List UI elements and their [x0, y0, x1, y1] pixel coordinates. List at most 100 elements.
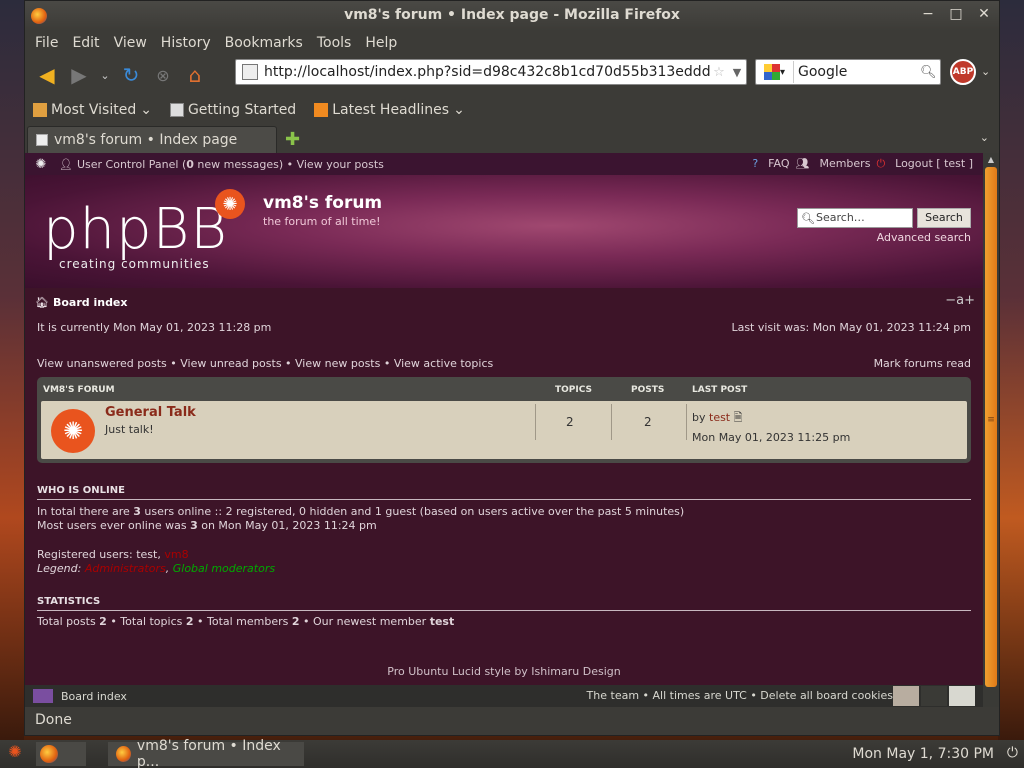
menu-history[interactable]: History — [161, 35, 211, 51]
window-title: vm8's forum • Index page - Mozilla Firef… — [344, 7, 680, 23]
font-size-toggle-icon[interactable]: −a+ — [945, 293, 975, 308]
divider — [611, 404, 612, 440]
adblock-plus-icon[interactable]: ABP — [950, 59, 976, 85]
quick-links[interactable]: View unanswered posts • View unread post… — [37, 357, 493, 370]
mark-forums-read-link[interactable]: Mark forums read — [874, 357, 971, 370]
online-summary: In total there are 3 users online :: 2 r… — [37, 505, 685, 518]
divider — [535, 404, 536, 440]
swatch-light[interactable] — [893, 686, 919, 706]
power-icon[interactable]: ⏻ — [1007, 745, 1018, 761]
bookmark-label: Getting Started — [187, 102, 297, 118]
forum-status-icon: ✺ — [51, 409, 95, 453]
forum-name-link[interactable]: General Talk — [105, 405, 196, 420]
taskbar-item-firefox[interactable]: vm8's forum • Index p... — [108, 738, 304, 768]
forum-row: ✺ General Talk Just talk! 2 2 by test 🗎 … — [41, 401, 967, 459]
stop-icon[interactable]: ⊗ — [149, 61, 177, 89]
title-bar: vm8's forum • Index page - Mozilla Firef… — [25, 1, 999, 31]
ucp-link[interactable]: User Control Panel (0 new messages) • Vi… — [77, 158, 384, 171]
swatch-dark[interactable] — [921, 686, 947, 706]
forum-search-input[interactable]: 🔍︎ Search… — [797, 208, 913, 228]
advanced-search-link[interactable]: Advanced search — [877, 231, 971, 244]
avatar[interactable] — [949, 686, 975, 706]
menu-file[interactable]: File — [35, 35, 58, 51]
site-identity-icon[interactable] — [242, 64, 258, 80]
tab-list-icon[interactable]: ⌄ — [980, 131, 989, 144]
url-text[interactable]: http://localhost/index.php?sid=d98c432c8… — [264, 64, 710, 80]
taskbar-label: vm8's forum • Index p... — [136, 738, 281, 768]
search-go-icon[interactable]: 🔍︎ — [920, 65, 940, 80]
board-index-link[interactable]: Board index — [53, 296, 128, 309]
back-icon[interactable]: ◀ — [33, 61, 61, 89]
style-swatches — [893, 686, 975, 706]
url-bar[interactable]: http://localhost/index.php?sid=d98c432c8… — [235, 59, 747, 85]
firefox-launcher[interactable] — [36, 742, 86, 766]
forum-search-button[interactable]: Search — [917, 208, 971, 228]
search-bar[interactable]: ▾ Google 🔍︎ — [755, 59, 941, 85]
faq-link[interactable]: FAQ — [768, 157, 789, 171]
menu-tools[interactable]: Tools — [317, 35, 352, 51]
gnome-bottom-panel: ✺ vm8's forum • Index p... Mon May 1, 7:… — [0, 738, 1024, 768]
menu-help[interactable]: Help — [365, 35, 397, 51]
scroll-thumb[interactable] — [985, 167, 997, 687]
divider — [37, 610, 971, 611]
board-index-icon — [33, 689, 53, 703]
adblock-dropdown-icon[interactable]: ⌄ — [981, 65, 990, 78]
reload-icon[interactable]: ↻ — [117, 61, 145, 89]
home-icon: 🏠︎ — [35, 295, 49, 309]
legend-admins-link[interactable]: Administrators — [85, 562, 166, 575]
scroll-up-icon[interactable]: ▲ — [983, 153, 999, 167]
divider — [686, 404, 687, 440]
members-icon: 👥︎ — [795, 157, 810, 170]
header-posts: POSTS — [631, 385, 665, 395]
last-post-time: Mon May 01, 2023 11:25 pm — [692, 431, 851, 444]
current-time: It is currently Mon May 01, 2023 11:28 p… — [37, 321, 272, 334]
clock[interactable]: Mon May 1, 7:30 PM — [852, 746, 994, 762]
folder-icon — [33, 103, 47, 117]
members-link[interactable]: Members — [819, 157, 870, 171]
user-icon: 👤︎ — [59, 157, 73, 171]
style-credit[interactable]: Pro Ubuntu Lucid style by Ishimaru Desig… — [25, 665, 983, 678]
url-dropdown-icon[interactable]: ▼ — [728, 66, 746, 79]
menu-view[interactable]: View — [114, 35, 147, 51]
tab-forum-index[interactable]: vm8's forum • Index page — [27, 126, 277, 153]
google-icon — [763, 64, 780, 80]
newest-member-link[interactable]: test — [430, 615, 455, 628]
footer-links[interactable]: The team • All times are UTC • Delete al… — [587, 689, 893, 702]
minimize-button[interactable]: − — [921, 6, 935, 22]
phpbb-logo[interactable]: phpBB — [43, 197, 228, 262]
view-latest-post-icon[interactable]: 🗎 — [734, 411, 743, 424]
forum-footer-bar: Board index The team • All times are UTC… — [25, 685, 983, 707]
bookmark-latest-headlines[interactable]: Latest Headlines ⌄ — [314, 102, 465, 118]
new-tab-icon[interactable]: ✚ — [285, 129, 300, 150]
close-button[interactable]: ✕ — [977, 6, 991, 22]
menu-edit[interactable]: Edit — [72, 35, 99, 51]
bookmark-getting-started[interactable]: Getting Started — [169, 102, 297, 118]
vertical-scrollbar[interactable]: ▲ ≡ — [983, 153, 999, 707]
footer-board-index-link[interactable]: Board index — [61, 690, 127, 703]
page-icon — [169, 103, 184, 117]
bookmark-star-icon[interactable]: ☆ — [710, 65, 728, 80]
logout-link[interactable]: Logout [ test ] — [895, 157, 973, 171]
maximize-button[interactable]: □ — [949, 6, 963, 22]
scroll-grip-icon: ≡ — [987, 415, 995, 425]
desktop-wallpaper-right — [998, 0, 1024, 740]
ubuntu-menu-icon[interactable]: ✺ — [2, 742, 28, 766]
forward-icon[interactable]: ▶ — [65, 61, 93, 89]
last-visit: Last visit was: Mon May 01, 2023 11:24 p… — [731, 321, 971, 334]
forum-list-header: VM8'S FORUM TOPICS POSTS LAST POST — [41, 381, 967, 399]
chevron-down-icon: ⌄ — [140, 102, 152, 118]
who-is-online-title: WHO IS ONLINE — [37, 485, 125, 496]
forum-posts-count: 2 — [644, 415, 652, 429]
browser-status-bar: Done — [35, 712, 72, 728]
desktop-wallpaper-left — [0, 0, 24, 740]
legend-gmods-link[interactable]: Global moderators — [173, 562, 275, 575]
statistics-title: STATISTICS — [37, 596, 101, 607]
last-post-user-link[interactable]: test — [709, 411, 730, 424]
admin-user-link[interactable]: vm8 — [164, 548, 188, 561]
history-dropdown-icon[interactable]: ⌄ — [97, 61, 113, 89]
search-engine-selector[interactable]: ▾ — [756, 61, 794, 83]
home-icon[interactable]: ⌂ — [181, 61, 209, 89]
search-input[interactable]: Google — [794, 64, 920, 80]
menu-bookmarks[interactable]: Bookmarks — [225, 35, 303, 51]
bookmark-most-visited[interactable]: Most Visited ⌄ — [33, 102, 152, 118]
